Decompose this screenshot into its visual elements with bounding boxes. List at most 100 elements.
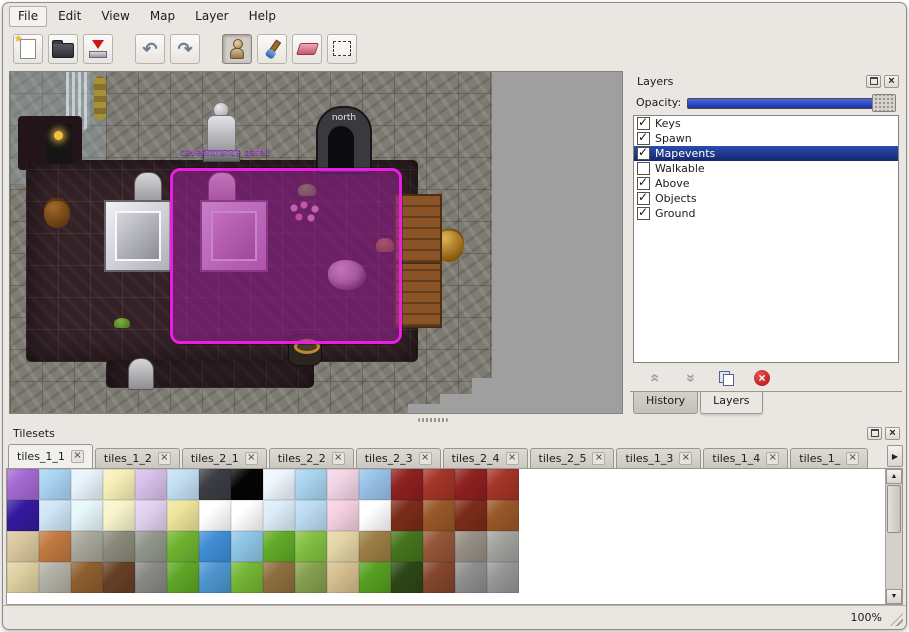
resize-grip-icon[interactable]	[890, 613, 903, 626]
layer-visibility-checkbox[interactable]	[637, 207, 650, 220]
tileset-tile[interactable]	[327, 500, 359, 531]
close-panel-button[interactable]	[884, 75, 899, 88]
tileset-tile[interactable]	[423, 531, 455, 562]
layer-row-walkable[interactable]: Walkable	[634, 161, 898, 176]
tileset-tab-tiles_2_2[interactable]: tiles_2_2×	[269, 448, 354, 468]
scrollbar-thumb[interactable]	[887, 485, 901, 533]
tileset-tile[interactable]	[295, 500, 327, 531]
vertical-splitter[interactable]	[623, 71, 630, 414]
tileset-tile[interactable]	[7, 500, 39, 531]
tileset-tile[interactable]	[135, 500, 167, 531]
stamp-tool-button[interactable]	[222, 34, 252, 64]
tab-close-icon[interactable]: ×	[71, 450, 84, 463]
tileset-tile[interactable]	[39, 469, 71, 500]
tileset-tab-tiles_2_5[interactable]: tiles_2_5×	[530, 448, 615, 468]
horizontal-splitter[interactable]	[3, 416, 906, 423]
tileset-tile[interactable]	[263, 562, 295, 593]
opacity-slider-track[interactable]	[687, 98, 896, 109]
raise-layer-button[interactable]	[642, 367, 666, 389]
tab-close-icon[interactable]: ×	[245, 452, 258, 465]
tileset-tile[interactable]	[487, 469, 519, 500]
layer-row-above[interactable]: Above	[634, 176, 898, 191]
tileset-tab-tiles_2_1[interactable]: tiles_2_1×	[182, 448, 267, 468]
tileset-tile[interactable]	[7, 469, 39, 500]
tileset-tile[interactable]	[391, 500, 423, 531]
tileset-tile[interactable]	[39, 562, 71, 593]
tileset-tile[interactable]	[487, 500, 519, 531]
tileset-tile[interactable]	[359, 469, 391, 500]
scroll-up-button[interactable]	[886, 469, 902, 484]
layer-visibility-checkbox[interactable]	[637, 162, 650, 175]
tileset-tile[interactable]	[263, 469, 295, 500]
menu-file[interactable]: File	[9, 6, 47, 27]
tileset-tile[interactable]	[103, 500, 135, 531]
tileset-tab-tiles_1_2[interactable]: tiles_1_2×	[95, 448, 180, 468]
opacity-slider[interactable]	[687, 94, 896, 110]
eraser-tool-button[interactable]	[292, 34, 322, 64]
tileset-tile[interactable]	[135, 469, 167, 500]
tileset-tile[interactable]	[39, 500, 71, 531]
tileset-tile[interactable]	[199, 562, 231, 593]
tileset-tile[interactable]	[71, 562, 103, 593]
tileset-tile[interactable]	[7, 531, 39, 562]
tileset-tile[interactable]	[423, 562, 455, 593]
scrollbar-trough[interactable]	[886, 534, 902, 589]
tileset-tile[interactable]	[263, 531, 295, 562]
tileset-tile[interactable]	[103, 562, 135, 593]
tileset-tile[interactable]	[71, 469, 103, 500]
tileset-tile[interactable]	[455, 469, 487, 500]
float-panel-button[interactable]	[866, 75, 881, 88]
menu-help[interactable]: Help	[240, 6, 285, 27]
select-tool-button[interactable]	[327, 34, 357, 64]
tileset-tile[interactable]	[231, 531, 263, 562]
layer-visibility-checkbox[interactable]	[637, 177, 650, 190]
tab-close-icon[interactable]: ×	[592, 452, 605, 465]
layer-visibility-checkbox[interactable]	[637, 132, 650, 145]
tab-close-icon[interactable]: ×	[419, 452, 432, 465]
tileset-tile[interactable]	[231, 469, 263, 500]
tileset-tile[interactable]	[391, 531, 423, 562]
map-selection-rectangle[interactable]	[170, 168, 402, 344]
tileset-tile[interactable]	[167, 500, 199, 531]
tileset-tile[interactable]	[135, 531, 167, 562]
tileset-tile[interactable]	[423, 500, 455, 531]
brush-tool-button[interactable]	[257, 34, 287, 64]
opacity-slider-handle[interactable]	[872, 94, 896, 112]
tileset-tile[interactable]	[455, 562, 487, 593]
tileset-tile[interactable]	[231, 562, 263, 593]
redo-button[interactable]	[170, 34, 200, 64]
layer-visibility-checkbox[interactable]	[637, 117, 650, 130]
menu-edit[interactable]: Edit	[49, 6, 90, 27]
panel-tab-history[interactable]: History	[633, 392, 698, 414]
undo-button[interactable]	[135, 34, 165, 64]
tileset-tile[interactable]	[487, 562, 519, 593]
lower-layer-button[interactable]	[678, 367, 702, 389]
tileset-tile[interactable]	[231, 500, 263, 531]
map-canvas[interactable]: north	[9, 71, 623, 414]
tab-close-icon[interactable]: ×	[679, 452, 692, 465]
tileset-tile[interactable]	[7, 562, 39, 593]
tileset-tile[interactable]	[423, 469, 455, 500]
layer-visibility-checkbox[interactable]	[637, 147, 650, 160]
tab-close-icon[interactable]: ×	[332, 452, 345, 465]
tab-close-icon[interactable]: ×	[158, 452, 171, 465]
tileset-tile[interactable]	[455, 531, 487, 562]
layer-row-spawn[interactable]: Spawn	[634, 131, 898, 146]
tileset-tab-tiles_1_4[interactable]: tiles_1_4×	[703, 448, 788, 468]
menu-map[interactable]: Map	[141, 6, 184, 27]
float-panel-button[interactable]	[867, 427, 882, 440]
tileset-tile[interactable]	[487, 531, 519, 562]
duplicate-layer-button[interactable]	[714, 367, 738, 389]
tab-close-icon[interactable]: ×	[766, 452, 779, 465]
layer-row-keys[interactable]: Keys	[634, 116, 898, 131]
tileset-tile[interactable]	[295, 531, 327, 562]
tileset-tile[interactable]	[135, 562, 167, 593]
tileset-tile[interactable]	[103, 469, 135, 500]
tileset-tile[interactable]	[167, 469, 199, 500]
menu-layer[interactable]: Layer	[186, 6, 237, 27]
tileset-tile[interactable]	[71, 500, 103, 531]
layer-row-ground[interactable]: Ground	[634, 206, 898, 221]
layer-row-mapevents[interactable]: Mapevents	[634, 146, 898, 161]
menu-view[interactable]: View	[92, 6, 138, 27]
tileset-tile[interactable]	[263, 500, 295, 531]
